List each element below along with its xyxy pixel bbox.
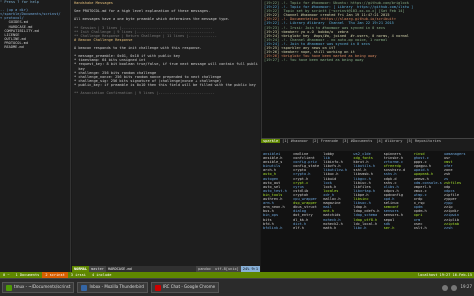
taskbar-button[interactable]: IRC Chat - Google Chrome: [150, 282, 220, 293]
irc-tab[interactable]: [3] #Documents: [340, 139, 374, 143]
file-entry: math.h: [323, 225, 337, 230]
irc-chat-pane[interactable]: [19:22] -!- Topic for #haxmoor: Ubuntu: …: [261, 0, 474, 138]
editor-buffer[interactable]: Handshake Messages See PROTOCOL.md for a …: [74, 1, 258, 95]
file-listing-grid: ansiblei cmdline lobby ws2_c1de spinners rins…: [261, 151, 474, 272]
irc-tab[interactable]: [5] Repositories: [404, 139, 443, 143]
taskbar-label: tmux - ~/Documents/scrinst: [14, 284, 71, 290]
network-icon[interactable]: [442, 284, 449, 291]
file-entry: ser.h: [383, 225, 395, 230]
volume-icon[interactable]: [451, 284, 458, 291]
tmux-right-status: localhost 19:27 16-Feb-15: [417, 272, 472, 277]
system-tray: 19:27: [442, 284, 472, 291]
irc-tab[interactable]: sparkle: [261, 139, 281, 144]
editor-line: * request_key: 8 bit boolean true/false,…: [74, 62, 258, 67]
irc-window-tabs: sparkle [1] #haxmoor [2] Freenode [3] #Docu…: [261, 138, 474, 151]
editor-line: ** Association Confirmation | 9 lines |-…: [74, 91, 215, 96]
irc-message: [19:27] -!- You have been marked as bein…: [264, 58, 364, 63]
file-entry: bfdlink.h: [263, 225, 283, 230]
app-icon: [154, 284, 161, 291]
taskbar-label: IRC Chat - Google Chrome: [162, 284, 216, 290]
taskbar: tmux - ~/Documents/scrinst Inbox - Mozill…: [0, 278, 474, 296]
file-tree-pane[interactable]: " Press ? for help .. (up a dir) </sparkl…: [0, 0, 71, 272]
taskbar-button[interactable]: Inbox - Mozilla Thunderbird: [77, 282, 148, 293]
file-entry: zzsh: [443, 225, 453, 230]
file-entry: libc.h: [353, 225, 367, 230]
file-entry: xslt.h: [413, 225, 427, 230]
irc-tab[interactable]: [4] #library: [374, 139, 404, 143]
irc-message-list: [19:22] -!- Topic for #haxmoor: Ubuntu: …: [264, 1, 472, 62]
irc-tab[interactable]: [2] Freenode: [310, 139, 340, 143]
file-entry: elf.h: [293, 225, 304, 230]
clock: 19:27: [460, 284, 472, 290]
irc-tab[interactable]: [1] #haxmoor: [280, 139, 310, 143]
editor-pane[interactable]: Handshake Messages See PROTOCOL.md for a …: [72, 0, 260, 266]
taskbar-label: Inbox - Mozilla Thunderbird: [89, 284, 144, 290]
app-icon: [6, 284, 12, 291]
app-icon: [81, 284, 88, 291]
tree-file[interactable]: README.md: [0, 45, 70, 49]
tree-list: .. (up a dir) </sparkle/Documents/scrinst…: [0, 4, 70, 49]
taskbar-button[interactable]: tmux - ~/Documents/scrinst: [2, 282, 75, 293]
editor-line: * public_key: if preamble is 0x10 then t…: [74, 82, 256, 87]
